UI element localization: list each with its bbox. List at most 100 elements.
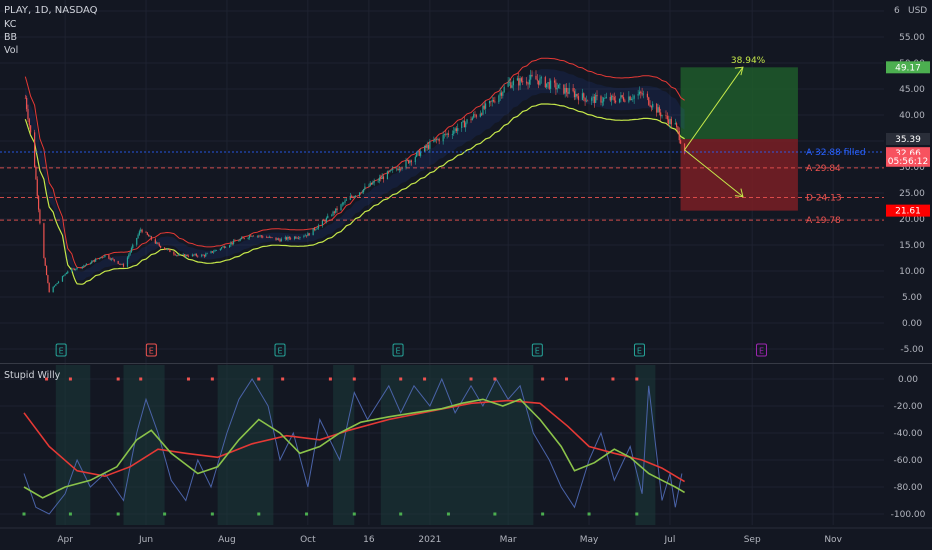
level-label: A 19.78 [806, 216, 841, 226]
candle-body [84, 265, 86, 266]
candle-body [585, 100, 588, 102]
time-tick-label: Sep [744, 535, 761, 545]
candle-body [313, 228, 316, 231]
candle-body [527, 83, 529, 85]
candle-body [297, 237, 300, 239]
candle-body [270, 236, 272, 238]
candle-body [451, 133, 454, 135]
candle-body [248, 235, 251, 238]
candle-body [423, 145, 426, 152]
indicator-vol-label[interactable]: Vol [4, 45, 18, 56]
candle-body [665, 115, 667, 116]
candle-body [510, 82, 512, 88]
oscillator-signal-dot [328, 377, 332, 381]
earnings-marker-label[interactable]: E [59, 347, 64, 356]
candle-body [624, 100, 626, 102]
time-axis[interactable]: Apr Jun Aug Oct 16 2021 Mar May Jul Sep Nov [0, 527, 932, 550]
candle-body [215, 250, 217, 251]
earnings-marker-label[interactable]: E [535, 347, 540, 356]
earnings-marker-label[interactable]: E [396, 347, 401, 356]
candle-body [164, 247, 166, 250]
chart-canvas[interactable]: A 32.88 filled A 29.84 D 24.13 A 19.78 38.9… [0, 0, 932, 550]
candle-body [629, 96, 631, 100]
earnings-marker-label[interactable]: E [759, 347, 764, 356]
price-axis[interactable]: 55.0050.0045.0040.0035.0030.0025.0020.00… [884, 0, 932, 550]
osc-tick-label: -40.00 [893, 429, 922, 439]
time-tick-label: Jun [138, 535, 153, 545]
candle-body [548, 82, 550, 89]
earnings-marker-label[interactable]: E [637, 347, 642, 356]
candle-body [397, 168, 399, 171]
oscillator-signal-dot [210, 512, 214, 516]
osc-tick-label: -60.00 [893, 456, 922, 466]
candle-body [603, 98, 605, 102]
candle-body [219, 248, 221, 251]
candle-body [614, 100, 617, 103]
candle-body [287, 236, 289, 240]
candle-body [652, 103, 654, 108]
candle-body [276, 238, 278, 240]
candle-body [307, 233, 309, 237]
candle-body [117, 260, 119, 264]
osc-tick-label: 0.00 [898, 375, 918, 385]
profit-zone [680, 67, 798, 139]
candle-body [638, 91, 641, 95]
price-label-text[interactable]: 05:56:12 [888, 157, 928, 167]
candle-body [555, 82, 557, 90]
candle-body [293, 236, 296, 239]
candle-body [628, 96, 630, 102]
time-tick-label: May [580, 535, 599, 545]
candle-body [380, 177, 382, 180]
candle-body [280, 238, 282, 242]
candle-body [140, 229, 142, 232]
candle-body [141, 229, 143, 233]
candle-body [240, 237, 243, 240]
candle-body [167, 249, 170, 250]
indicator-kc-label[interactable]: KC [4, 19, 17, 30]
candle-body [470, 119, 472, 121]
oscillator-signal-dot [423, 377, 427, 381]
candle-body [203, 255, 205, 257]
candle-body [406, 160, 408, 161]
candle-body [175, 255, 178, 256]
candle-body [312, 228, 314, 236]
price-label-text[interactable]: 21.61 [895, 207, 921, 217]
candle-body [30, 125, 32, 133]
oscillator-signal-dot [163, 512, 167, 516]
candle-body [416, 152, 418, 157]
candle-body [121, 264, 123, 265]
indicator-bb-label[interactable]: BB [4, 32, 17, 43]
candle-body [488, 100, 491, 104]
candle-body [129, 252, 131, 255]
candle-body [668, 119, 670, 125]
earnings-marker-label[interactable]: E [149, 347, 154, 356]
candle-body [202, 254, 204, 256]
candle-body [61, 276, 64, 282]
candle-body [361, 192, 363, 193]
candle-body [102, 257, 105, 258]
oscillator-title[interactable]: Stupid Willy [4, 370, 61, 381]
candle-body [630, 98, 633, 100]
price-tick-label: 55.00 [899, 33, 925, 43]
price-label-text[interactable]: 49.17 [895, 63, 921, 73]
candle-body [327, 215, 329, 218]
candle-body [556, 88, 558, 90]
candle-body [482, 105, 484, 115]
candle-body [169, 249, 171, 253]
time-tick-label: Nov [824, 535, 842, 545]
oscillator-signal-dot [68, 377, 72, 381]
time-tick-label: Oct [300, 535, 316, 545]
currency-label[interactable]: USD [908, 6, 927, 16]
oscillator-signal-dot [281, 377, 285, 381]
candle-body [73, 268, 76, 270]
candle-body [36, 179, 38, 197]
candle-body [584, 97, 586, 102]
candle-body [657, 107, 659, 113]
earnings-marker-label[interactable]: E [277, 347, 282, 356]
candle-body [316, 228, 318, 230]
candle-body [154, 239, 156, 244]
price-label-text[interactable]: 35.39 [895, 135, 921, 145]
level-label: A 29.84 [806, 164, 841, 174]
candle-body [539, 78, 541, 85]
oscillator-signal-dot [116, 512, 120, 516]
